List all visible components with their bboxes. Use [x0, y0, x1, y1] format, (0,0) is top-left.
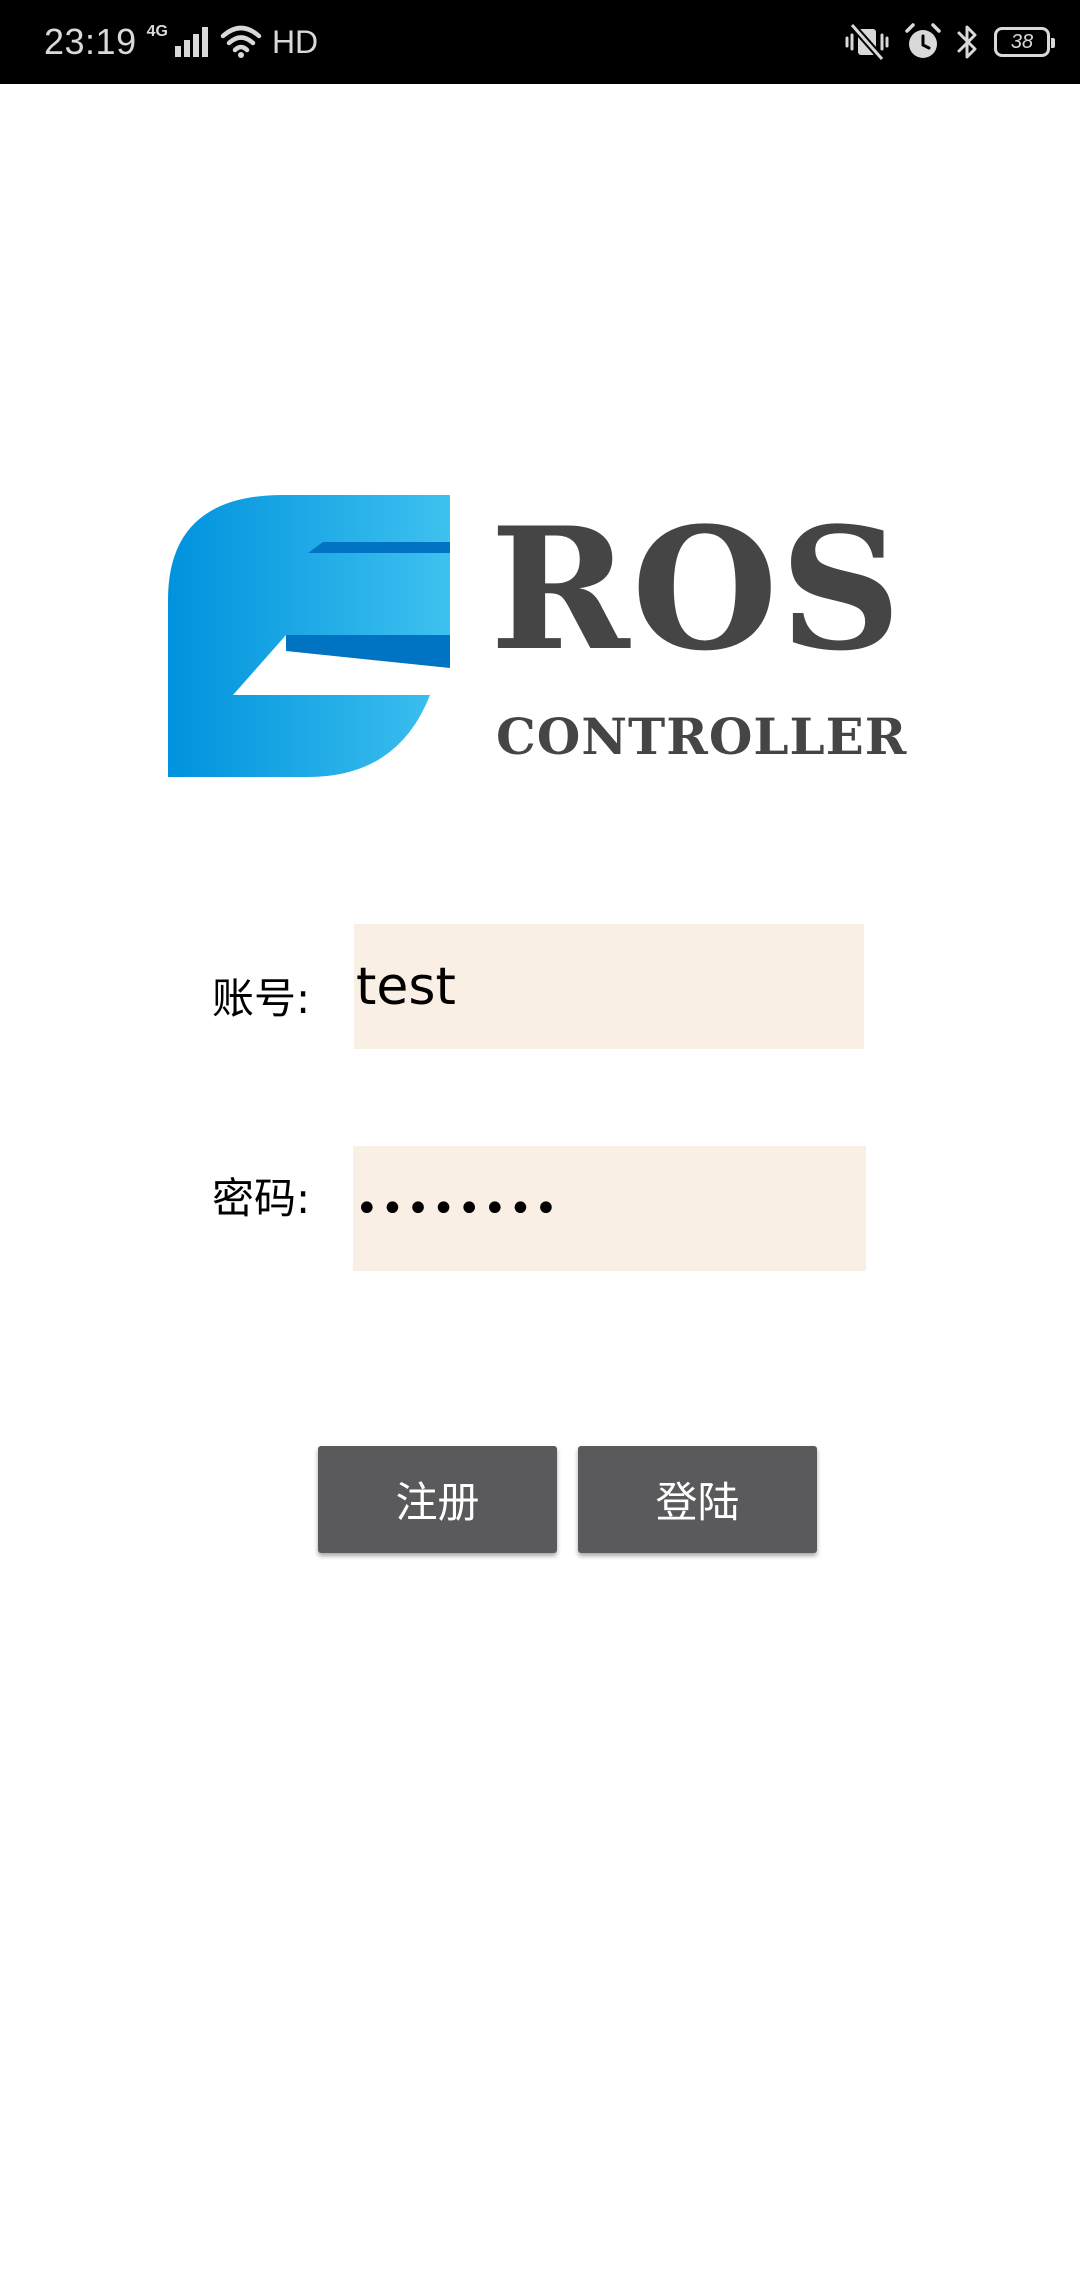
logo-title: ROS: [490, 490, 904, 688]
wifi-icon: [220, 25, 262, 58]
password-input[interactable]: [353, 1146, 866, 1271]
account-label: 账号:: [212, 974, 311, 1023]
hd-voice-label: HD: [271, 23, 319, 60]
status-bar: 23:19 4G HD 38: [0, 0, 1080, 84]
logo-subtitle: CONTROLLER: [496, 707, 908, 766]
login-button[interactable]: 登陆: [578, 1446, 817, 1553]
account-input[interactable]: [354, 924, 864, 1049]
network-type-label: 4G: [146, 23, 168, 40]
alarm-icon: [905, 23, 941, 58]
status-right-group: 38: [844, 0, 1055, 84]
battery-level: 38: [1010, 31, 1034, 53]
cellular-signal-icon: [174, 27, 208, 57]
app-logo-icon: [168, 495, 450, 777]
vibrate-mute-icon: [845, 23, 889, 61]
status-time: 23:19: [44, 21, 137, 62]
status-left-group: 23:19 4G HD: [44, 0, 318, 84]
password-label: 密码:: [212, 1174, 311, 1223]
bluetooth-icon: [957, 25, 977, 59]
register-button[interactable]: 注册: [318, 1446, 557, 1553]
battery-icon: 38: [994, 27, 1055, 57]
